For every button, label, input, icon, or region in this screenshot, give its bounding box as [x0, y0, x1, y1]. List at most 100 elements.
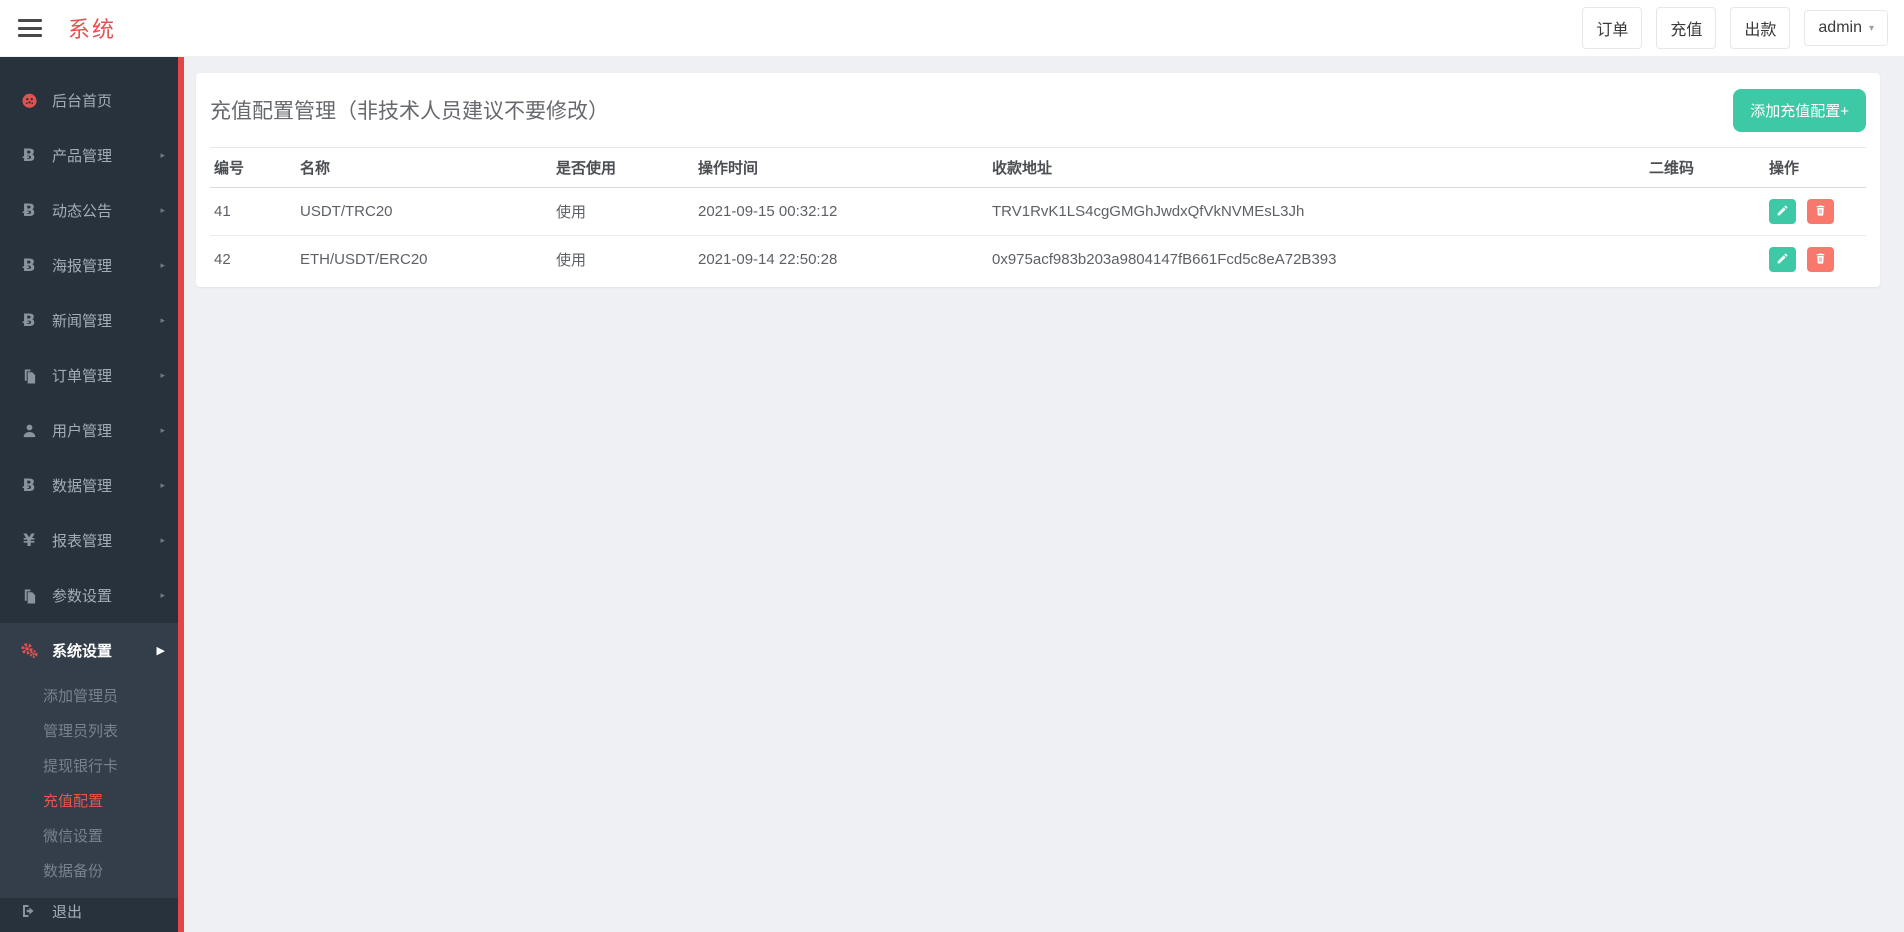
- recharge-config-card: 充值配置管理（非技术人员建议不要修改） 添加充值配置+ 编号 名称 是否使用 操…: [196, 73, 1880, 287]
- sidebar-item-reports[interactable]: ¥ 报表管理 ▸: [0, 513, 178, 568]
- sidebar-item-label: 订单管理: [52, 368, 113, 385]
- delete-button[interactable]: [1807, 247, 1835, 272]
- table-row: 41 USDT/TRC20 使用 2021-09-15 00:32:12 TRV…: [210, 187, 1866, 236]
- sidebar: 后台首页 Ƀ 产品管理 ▸ Ƀ 动态公告 ▸ Ƀ 海报管理 ▸ Ƀ 新闻管理 ▸…: [0, 57, 178, 932]
- column-header-name: 名称: [296, 147, 552, 188]
- payout-button[interactable]: 出款: [1730, 7, 1791, 49]
- column-header-time: 操作时间: [694, 147, 988, 188]
- cell-name: USDT/TRC20: [296, 187, 552, 236]
- sidebar-item-label: 动态公告: [52, 203, 113, 220]
- logout-button[interactable]: 退出: [0, 890, 178, 932]
- chevron-right-icon: ▸: [160, 425, 165, 436]
- submenu-item-add-admin[interactable]: 添加管理员: [0, 678, 178, 713]
- cell-time: 2021-09-14 22:50:28: [698, 251, 838, 268]
- add-recharge-config-button[interactable]: 添加充值配置+: [1733, 88, 1866, 132]
- submenu-item-data-backup[interactable]: 数据备份: [0, 853, 178, 888]
- sidebar-item-posters[interactable]: Ƀ 海报管理 ▸: [0, 238, 178, 293]
- column-header-actions: 操作: [1765, 147, 1866, 188]
- column-header-id: 编号: [210, 147, 296, 188]
- sidebar-item-orders[interactable]: 订单管理 ▸: [0, 348, 178, 403]
- chevron-right-icon: ▸: [160, 315, 165, 326]
- brand-logo[interactable]: 系统: [68, 12, 116, 44]
- delete-button[interactable]: [1807, 199, 1835, 224]
- chevron-open-icon: ▶: [156, 644, 165, 657]
- cell-id: 42: [214, 251, 231, 268]
- bitcoin-icon: Ƀ: [22, 475, 36, 496]
- sidebar-item-label: 参数设置: [52, 588, 113, 605]
- column-header-qrcode: 二维码: [1645, 147, 1765, 188]
- card-header: 充值配置管理（非技术人员建议不要修改） 添加充值配置+: [210, 73, 1866, 147]
- recharge-config-table: 编号 名称 是否使用 操作时间 收款地址 二维码 操作 41 USDT/TRC2…: [210, 147, 1866, 283]
- pencil-icon: [1776, 204, 1789, 220]
- column-header-address: 收款地址: [988, 147, 1645, 188]
- sidebar-item-label: 新闻管理: [52, 313, 113, 330]
- user-dropdown[interactable]: admin ▾: [1804, 10, 1888, 46]
- table-row: 42 ETH/USDT/ERC20 使用 2021-09-14 22:50:28…: [210, 236, 1866, 284]
- chevron-right-icon: ▸: [160, 370, 165, 381]
- sidebar-item-label: 系统设置: [52, 643, 113, 660]
- topbar: 系统 订单 充值 出款 admin ▾: [0, 0, 1904, 57]
- sidebar-item-label: 后台首页: [52, 93, 113, 110]
- yen-icon: ¥: [23, 530, 35, 551]
- user-icon: [19, 423, 39, 438]
- cell-qrcode: [1645, 236, 1765, 284]
- sidebar-item-news[interactable]: Ƀ 新闻管理 ▸: [0, 293, 178, 348]
- submenu-item-wechat-settings[interactable]: 微信设置: [0, 818, 178, 853]
- sidebar-item-label: 产品管理: [52, 148, 113, 165]
- cell-qrcode: [1645, 187, 1765, 236]
- cell-name: ETH/USDT/ERC20: [300, 251, 428, 268]
- topnav: 订单 充值 出款 admin ▾: [1582, 7, 1888, 49]
- orders-button[interactable]: 订单: [1582, 7, 1643, 49]
- column-header-in-use: 是否使用: [552, 147, 694, 188]
- sign-out-icon: [19, 903, 39, 919]
- chevron-down-icon: ▾: [1868, 22, 1874, 34]
- cell-in-use: 使用: [552, 187, 694, 236]
- cell-actions: [1765, 236, 1866, 284]
- hamburger-menu-icon[interactable]: [18, 19, 42, 37]
- trash-icon: [1814, 252, 1827, 268]
- sidebar-item-label: 用户管理: [52, 423, 113, 440]
- sidebar-item-users[interactable]: 用户管理 ▸: [0, 403, 178, 458]
- cell-in-use: 使用: [556, 252, 587, 269]
- chevron-right-icon: ▸: [160, 205, 165, 216]
- sidebar-item-announcements[interactable]: Ƀ 动态公告 ▸: [0, 183, 178, 238]
- submenu-item-admin-list[interactable]: 管理员列表: [0, 713, 178, 748]
- bitcoin-icon: Ƀ: [22, 255, 36, 276]
- copy-icon: [19, 588, 39, 604]
- system-settings-submenu: 添加管理员 管理员列表 提现银行卡 充值配置 微信设置 数据备份: [0, 678, 178, 898]
- dashboard-icon: [19, 92, 39, 109]
- trash-icon: [1814, 204, 1827, 220]
- bitcoin-icon: Ƀ: [22, 145, 36, 166]
- chevron-right-icon: ▸: [160, 535, 165, 546]
- sidebar-item-label: 海报管理: [52, 258, 113, 275]
- logout-label: 退出: [52, 903, 83, 921]
- bitcoin-icon: Ƀ: [22, 200, 36, 221]
- recharge-button[interactable]: 充值: [1656, 7, 1717, 49]
- chevron-right-icon: ▸: [160, 260, 165, 271]
- cell-id: 41: [210, 187, 296, 236]
- cell-address: TRV1RvK1LS4cgGMGhJwdxQfVkNVMEsL3Jh: [988, 187, 1645, 236]
- submenu-item-withdraw-bankcard[interactable]: 提现银行卡: [0, 748, 178, 783]
- user-name: admin: [1818, 19, 1862, 36]
- chevron-right-icon: ▸: [160, 590, 165, 601]
- cell-address: 0x975acf983b203a9804147fB661Fcd5c8eA72B3…: [992, 251, 1337, 268]
- sidebar-item-parameters[interactable]: 参数设置 ▸: [0, 568, 178, 623]
- chevron-right-icon: ▸: [160, 150, 165, 161]
- cell-time: 2021-09-15 00:32:12: [694, 187, 988, 236]
- gears-icon: [19, 642, 39, 659]
- sidebar-item-home[interactable]: 后台首页: [0, 73, 178, 128]
- page-title: 充值配置管理（非技术人员建议不要修改）: [210, 100, 609, 123]
- cell-actions: [1765, 187, 1866, 236]
- sidebar-item-products[interactable]: Ƀ 产品管理 ▸: [0, 128, 178, 183]
- sidebar-item-label: 报表管理: [52, 533, 113, 550]
- main-content: 充值配置管理（非技术人员建议不要修改） 添加充值配置+ 编号 名称 是否使用 操…: [184, 57, 1904, 932]
- edit-button[interactable]: [1769, 199, 1796, 224]
- chevron-right-icon: ▸: [160, 480, 165, 491]
- sidebar-item-system-settings[interactable]: 系统设置 ▶: [0, 623, 178, 678]
- bitcoin-icon: Ƀ: [22, 310, 36, 331]
- edit-button[interactable]: [1769, 247, 1796, 272]
- pencil-icon: [1776, 252, 1789, 268]
- table-header-row: 编号 名称 是否使用 操作时间 收款地址 二维码 操作: [210, 147, 1866, 188]
- submenu-item-recharge-config[interactable]: 充值配置: [0, 783, 178, 818]
- sidebar-item-data[interactable]: Ƀ 数据管理 ▸: [0, 458, 178, 513]
